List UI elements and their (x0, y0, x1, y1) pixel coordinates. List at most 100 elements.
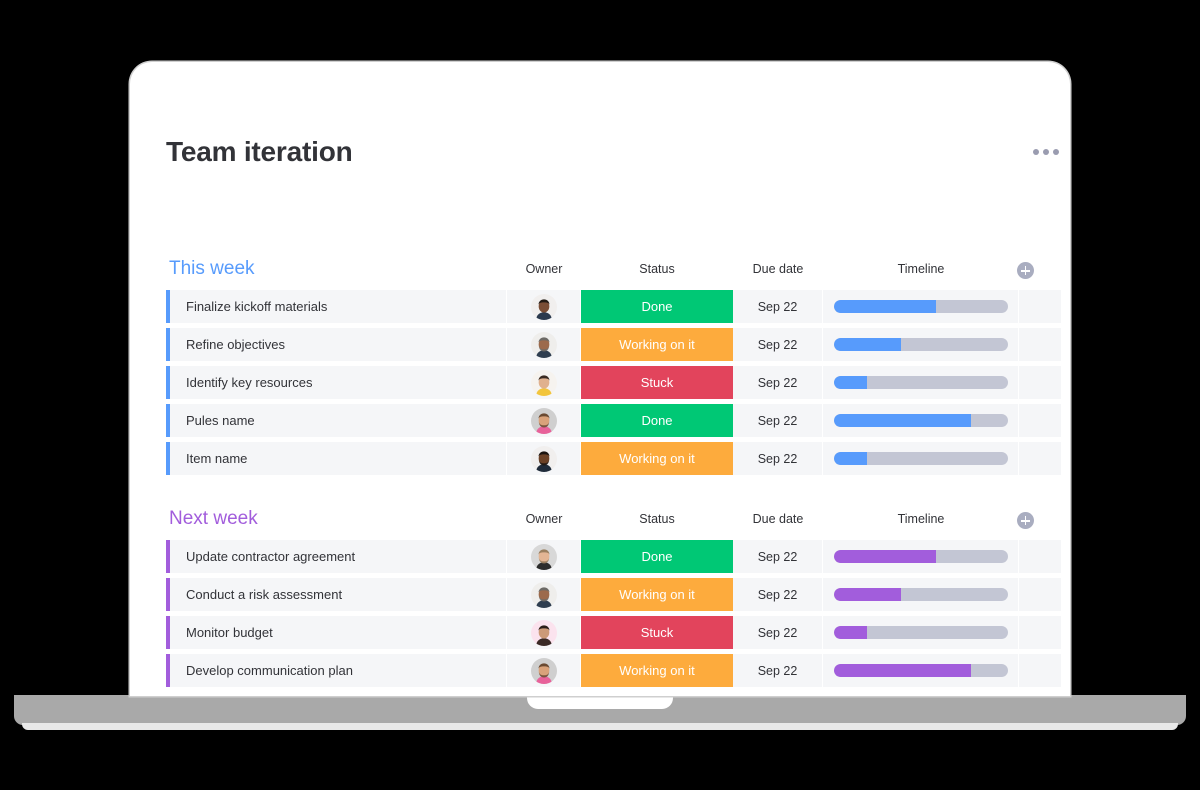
row-item-name[interactable]: Develop communication plan (170, 654, 507, 687)
row-trailing-cell (1019, 442, 1061, 475)
row-trailing-cell (1019, 578, 1061, 611)
row-owner-cell[interactable] (507, 578, 581, 611)
row-trailing-cell (1019, 404, 1061, 437)
table-row[interactable]: Update contractor agreement Done Sep 22 (166, 540, 1061, 573)
status-badge[interactable]: Done (581, 290, 733, 323)
row-due-date[interactable]: Sep 22 (733, 442, 823, 475)
add-column-plus-circle-icon[interactable] (1017, 262, 1034, 279)
timeline-progress-fill (833, 452, 867, 465)
row-trailing-cell (1019, 290, 1061, 323)
status-badge[interactable]: Done (581, 540, 733, 573)
row-due-date[interactable]: Sep 22 (733, 290, 823, 323)
column-header-owner[interactable]: Owner (507, 262, 581, 276)
row-item-name[interactable]: Identify key resources (170, 366, 507, 399)
table-row[interactable]: Conduct a risk assessment Working on it Se… (166, 578, 1061, 611)
row-owner-cell[interactable] (507, 442, 581, 475)
row-due-date[interactable]: Sep 22 (733, 616, 823, 649)
column-header-status[interactable]: Status (581, 262, 733, 276)
row-owner-cell[interactable] (507, 616, 581, 649)
row-due-date[interactable]: Sep 22 (733, 578, 823, 611)
row-item-name[interactable]: Pules name (170, 404, 507, 437)
timeline-progress-fill (833, 664, 971, 677)
row-timeline-cell[interactable] (823, 366, 1019, 399)
row-due-date[interactable]: Sep 22 (733, 366, 823, 399)
row-owner-cell[interactable] (507, 328, 581, 361)
timeline-progress-fill (833, 376, 867, 389)
timeline-progress-fill (833, 626, 867, 639)
status-badge[interactable]: Working on it (581, 328, 733, 361)
row-timeline-cell[interactable] (823, 328, 1019, 361)
row-timeline-cell[interactable] (823, 578, 1019, 611)
timeline-track (833, 588, 1008, 601)
group-title[interactable]: Next week (169, 508, 258, 530)
row-timeline-cell[interactable] (823, 616, 1019, 649)
row-item-name[interactable]: Conduct a risk assessment (170, 578, 507, 611)
table-row[interactable]: Refine objectives Working on it Sep 22 (166, 328, 1061, 361)
column-header-due-date[interactable]: Due date (733, 512, 823, 526)
row-due-date[interactable]: Sep 22 (733, 404, 823, 437)
avatar-man-beard-floral (530, 657, 557, 684)
group-header: Next week Owner Status Due date Timeline (166, 508, 1061, 536)
row-timeline-cell[interactable] (823, 404, 1019, 437)
table-row[interactable]: Item name Working on it Sep 22 (166, 442, 1061, 475)
row-trailing-cell (1019, 328, 1061, 361)
column-header-owner[interactable]: Owner (507, 512, 581, 526)
column-header-timeline[interactable]: Timeline (823, 262, 1019, 276)
column-header-timeline[interactable]: Timeline (823, 512, 1019, 526)
timeline-track (833, 452, 1008, 465)
timeline-progress-fill (833, 550, 937, 563)
timeline-track (833, 376, 1008, 389)
status-badge[interactable]: Stuck (581, 366, 733, 399)
status-badge[interactable]: Working on it (581, 578, 733, 611)
group-next-week: Next week Owner Status Due date Timeline… (166, 508, 1061, 692)
row-item-name[interactable]: Item name (170, 442, 507, 475)
row-due-date[interactable]: Sep 22 (733, 540, 823, 573)
row-owner-cell[interactable] (507, 366, 581, 399)
kebab-dot (1033, 149, 1039, 155)
row-timeline-cell[interactable] (823, 290, 1019, 323)
timeline-track (833, 300, 1008, 313)
table-row[interactable]: Develop communication plan Working on it S… (166, 654, 1061, 687)
screenshot-stage: Team iteration This week Owner Status Du… (0, 0, 1200, 790)
row-timeline-cell[interactable] (823, 654, 1019, 687)
row-due-date[interactable]: Sep 22 (733, 328, 823, 361)
timeline-progress-fill (833, 338, 902, 351)
kebab-menu-icon[interactable] (1031, 143, 1061, 161)
timeline-track (833, 338, 1008, 351)
timeline-progress-fill (833, 414, 971, 427)
avatar-man-dark-shirt (530, 445, 557, 472)
status-badge[interactable]: Working on it (581, 654, 733, 687)
row-owner-cell[interactable] (507, 290, 581, 323)
avatar-woman-blonde (530, 369, 557, 396)
table-row[interactable]: Pules name Done Sep 22 (166, 404, 1061, 437)
row-trailing-cell (1019, 366, 1061, 399)
column-header-status[interactable]: Status (581, 512, 733, 526)
table-row[interactable]: Monitor budget Stuck Sep 22 (166, 616, 1061, 649)
row-timeline-cell[interactable] (823, 540, 1019, 573)
column-header-due-date[interactable]: Due date (733, 262, 823, 276)
row-item-name[interactable]: Update contractor agreement (170, 540, 507, 573)
row-item-name[interactable]: Monitor budget (170, 616, 507, 649)
board: Team iteration This week Owner Status Du… (166, 62, 1070, 696)
timeline-progress-fill (833, 300, 937, 313)
table-row[interactable]: Finalize kickoff materials Done Sep 22 (166, 290, 1061, 323)
row-timeline-cell[interactable] (823, 442, 1019, 475)
timeline-track (833, 664, 1008, 677)
status-badge[interactable]: Done (581, 404, 733, 437)
row-trailing-cell (1019, 540, 1061, 573)
row-owner-cell[interactable] (507, 404, 581, 437)
add-column-plus-circle-icon[interactable] (1017, 512, 1034, 529)
group-title[interactable]: This week (169, 258, 255, 280)
row-trailing-cell (1019, 654, 1061, 687)
row-item-name[interactable]: Refine objectives (170, 328, 507, 361)
row-item-name[interactable]: Finalize kickoff materials (170, 290, 507, 323)
group-header: This week Owner Status Due date Timeline (166, 258, 1061, 286)
row-owner-cell[interactable] (507, 540, 581, 573)
row-owner-cell[interactable] (507, 654, 581, 687)
status-badge[interactable]: Working on it (581, 442, 733, 475)
laptop-screen: Team iteration This week Owner Status Du… (130, 62, 1070, 696)
timeline-progress-fill (833, 588, 902, 601)
row-due-date[interactable]: Sep 22 (733, 654, 823, 687)
status-badge[interactable]: Stuck (581, 616, 733, 649)
table-row[interactable]: Identify key resources Stuck Sep 22 (166, 366, 1061, 399)
